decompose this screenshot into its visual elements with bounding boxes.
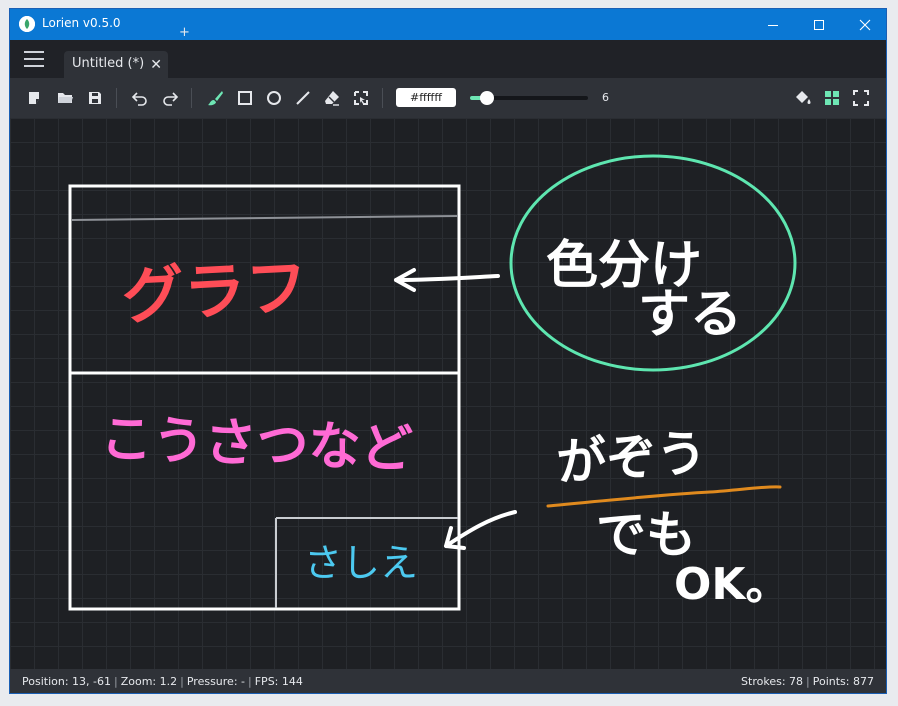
selection-icon[interactable]	[352, 89, 370, 107]
circle-icon[interactable]	[265, 89, 283, 107]
illustration-label: さしえ	[304, 541, 418, 585]
grid-icon[interactable]	[823, 89, 841, 107]
save-icon[interactable]	[86, 89, 104, 107]
status-right-group: Strokes: 78 | Points: 877	[741, 675, 874, 688]
color-coding-text-2: する	[638, 285, 742, 345]
canvas-drawing: グラフ こうさつなど さしえ 色分け する がぞう でも OK。	[68, 154, 797, 611]
status-bar: Position: 13, -61 | Zoom: 1.2 | Pressure: - |…	[10, 669, 886, 693]
sketch-header-line	[71, 215, 459, 221]
new-file-icon[interactable]	[26, 89, 44, 107]
toolbar-divider	[191, 88, 192, 108]
color-picker-field[interactable]: #ffffff	[396, 88, 456, 107]
tab-bar: Untitled (*) ✕	[10, 40, 886, 78]
status-separator: |	[806, 675, 810, 688]
toolbar-divider	[382, 88, 383, 108]
arrow-to-graph	[394, 268, 500, 292]
brush-size-slider[interactable]	[470, 91, 588, 105]
maximize-icon	[814, 19, 824, 30]
tab-close-icon[interactable]: ✕	[150, 58, 162, 72]
fullscreen-icon[interactable]	[852, 89, 870, 107]
status-zoom: Zoom: 1.2	[120, 675, 178, 688]
rectangle-icon[interactable]	[236, 89, 254, 107]
discussion-label: こうさつなど	[100, 409, 414, 480]
app-logo-icon	[19, 16, 35, 32]
line-icon[interactable]	[294, 89, 312, 107]
minimize-icon	[768, 24, 778, 26]
maximize-button[interactable]	[796, 9, 842, 40]
status-separator: |	[180, 675, 184, 688]
close-button[interactable]	[842, 9, 886, 40]
slider-thumb[interactable]	[480, 91, 494, 105]
status-separator: |	[114, 675, 118, 688]
background-color-icon[interactable]	[794, 89, 812, 107]
add-tab-button[interactable]: +	[179, 25, 190, 40]
brush-icon[interactable]	[206, 89, 224, 107]
brush-size-value: 6	[602, 91, 609, 104]
tab-untitled[interactable]: Untitled (*) ✕	[64, 51, 168, 78]
image-text-3: OK。	[674, 559, 790, 610]
status-separator: |	[248, 675, 252, 688]
status-strokes: Strokes: 78	[741, 675, 804, 688]
status-position: Position: 13, -61	[22, 675, 111, 688]
window-title: Lorien v0.5.0	[42, 16, 121, 30]
open-folder-icon[interactable]	[56, 89, 74, 107]
image-text-1: がぞう	[555, 424, 709, 492]
title-bar[interactable]: Lorien v0.5.0	[10, 9, 886, 40]
minimize-button[interactable]	[750, 9, 796, 40]
status-left-group: Position: 13, -61 | Zoom: 1.2 | Pressure: - |…	[22, 675, 303, 688]
undo-icon[interactable]	[131, 89, 149, 107]
status-fps: FPS: 144	[254, 675, 303, 688]
close-icon	[859, 19, 871, 30]
toolbar: #ffffff 6	[10, 78, 886, 118]
status-points: Points: 877	[812, 675, 874, 688]
graph-label: グラフ	[120, 250, 310, 333]
drawing-canvas[interactable]: グラフ こうさつなど さしえ 色分け する がぞう でも OK。	[10, 118, 886, 669]
tab-label: Untitled (*)	[72, 56, 145, 71]
redo-icon[interactable]	[161, 89, 179, 107]
toolbar-divider	[116, 88, 117, 108]
image-text-2: でも	[596, 506, 696, 564]
hamburger-menu-icon[interactable]	[24, 51, 44, 69]
eraser-icon[interactable]	[323, 89, 341, 107]
status-pressure: Pressure: -	[186, 675, 246, 688]
app-window: Lorien v0.5.0 Untitled (*) ✕ + #ffffff 6…	[9, 8, 887, 694]
